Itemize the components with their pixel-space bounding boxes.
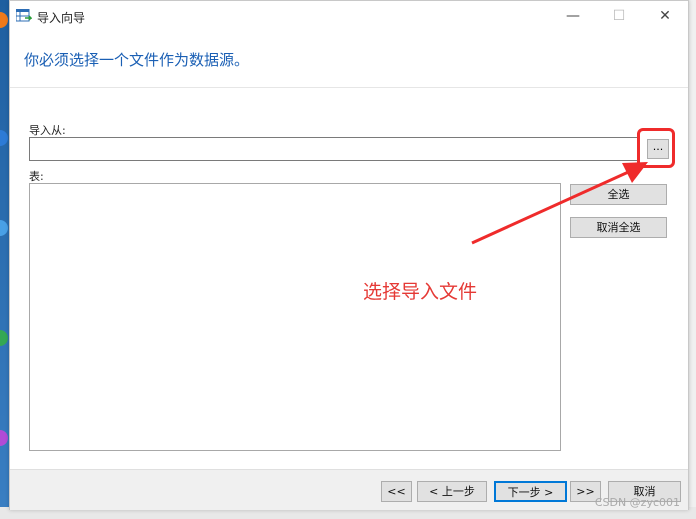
annotation-arrow [471,162,648,245]
first-page-button[interactable]: << [381,481,412,502]
close-button[interactable]: ✕ [642,1,688,32]
firefox-icon[interactable] [0,12,8,28]
annotation-text: 选择导入文件 [363,281,478,303]
tables-label: 表: [29,170,44,183]
watermark: CSDN @zyc001 [594,496,680,509]
desktop-strip [0,0,9,519]
table-import-icon [16,9,32,22]
maximize-button[interactable]: ☐ [596,1,642,32]
next-button[interactable]: 下一步 > [494,481,567,502]
import-from-label: 导入从: [29,124,66,137]
previous-button[interactable]: < 上一步 [417,481,487,502]
browser-icon[interactable] [0,220,8,236]
app-icon[interactable] [0,130,8,146]
minimize-button[interactable]: — [550,1,596,32]
title-bar[interactable]: 导入向导 — ☐ ✕ [10,1,688,32]
app-icon[interactable] [0,430,8,446]
import-wizard-dialog: 导入向导 — ☐ ✕ 你必须选择一个文件作为数据源。 导入从: ... 表: 全… [9,0,689,510]
chrome-icon[interactable] [0,330,8,346]
window-title: 导入向导 [37,11,86,25]
divider [10,87,688,88]
page-heading: 你必须选择一个文件作为数据源。 [24,51,250,69]
wizard-footer: << < 上一步 下一步 > >> 取消 [10,469,688,510]
